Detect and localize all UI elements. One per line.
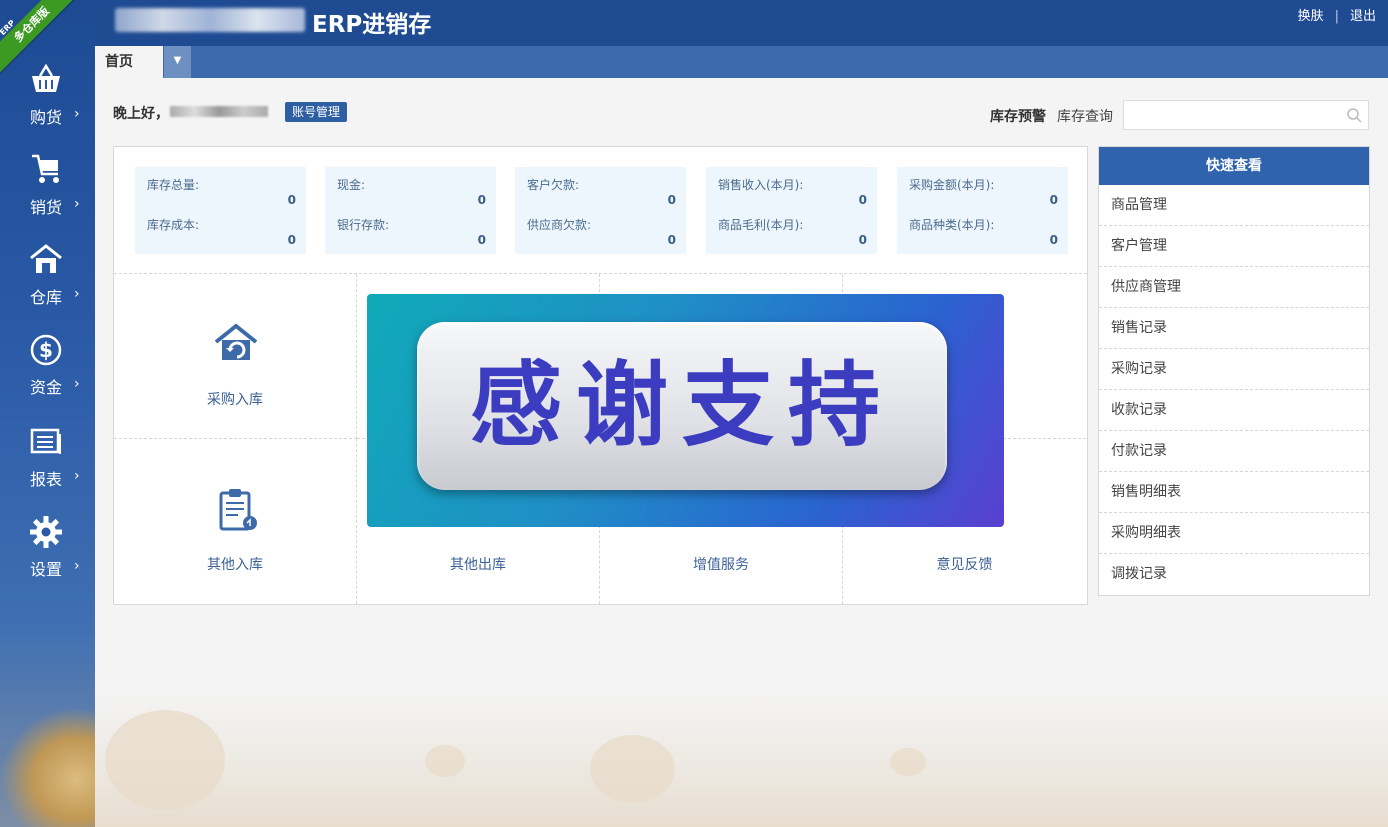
basket-icon (32, 63, 60, 92)
tab-bar: 首页 ▼ (95, 46, 1388, 78)
sidebar-item-sales[interactable]: 销货 › (0, 152, 95, 232)
quick-item-suppliers[interactable]: 供应商管理 (1099, 267, 1369, 308)
banner-plate: 感谢支持 (417, 322, 947, 490)
chevron-right-icon: › (74, 106, 80, 122)
account-management-button[interactable]: 账号管理 (285, 102, 348, 122)
quick-item-sales-detail[interactable]: 销售明细表 (1099, 472, 1369, 513)
sidebar-item-funds[interactable]: $ 资金 › (0, 332, 95, 412)
top-links: 换肤 | 退出 (1297, 9, 1376, 24)
quick-item-receipts[interactable]: 收款记录 (1099, 390, 1369, 431)
username-blurred (170, 106, 268, 117)
search-icon[interactable] (1346, 107, 1362, 123)
quick-view-panel: 快速查看 商品管理 客户管理 供应商管理 销售记录 采购记录 收款记录 付款记录… (1098, 146, 1370, 596)
chevron-right-icon: › (74, 468, 80, 484)
stock-alert-link[interactable]: 库存预警 (990, 106, 1046, 126)
purchase-in-icon (214, 323, 258, 360)
tab-dropdown-button[interactable]: ▼ (164, 46, 191, 78)
stock-query-label: 库存查询 (1057, 109, 1113, 125)
report-icon (30, 428, 61, 454)
tab-home[interactable]: 首页 (95, 46, 163, 78)
stat-card-inventory: 库存总量: 0 库存成本: 0 (135, 167, 306, 254)
stock-search-input[interactable] (1123, 100, 1369, 130)
sidebar-item-reports[interactable]: 报表 › (0, 424, 95, 504)
quick-item-transfers[interactable]: 调拨记录 (1099, 554, 1369, 595)
quick-item-purchase-records[interactable]: 采购记录 (1099, 349, 1369, 390)
skin-link[interactable]: 换肤 (1298, 9, 1324, 24)
thanks-banner: 感谢支持 (367, 294, 1004, 527)
chevron-right-icon: › (74, 286, 80, 302)
quick-item-sales-records[interactable]: 销售记录 (1099, 308, 1369, 349)
chevron-right-icon: › (74, 196, 80, 212)
banner-text: 感谢支持 (469, 352, 894, 459)
quick-item-customers[interactable]: 客户管理 (1099, 226, 1369, 267)
sidebar-item-settings[interactable]: 设置 › (0, 514, 95, 594)
stat-card-sales: 销售收入(本月): 0 商品毛利(本月): 0 (706, 167, 877, 254)
stat-card-purchase: 采购金额(本月): 0 商品种类(本月): 0 (897, 167, 1068, 254)
chevron-right-icon: › (74, 558, 80, 574)
quick-item-products[interactable]: 商品管理 (1099, 185, 1369, 226)
cart-icon (32, 154, 59, 183)
svg-text:$: $ (39, 338, 53, 362)
greeting-text: 晚上好， (113, 106, 169, 122)
stat-card-debts: 客户欠款: 0 供应商欠款: 0 (515, 167, 686, 254)
sidebar-item-purchase[interactable]: 购货 › (0, 62, 95, 142)
tile-purchase-in[interactable]: 采购入库 (114, 274, 357, 439)
tile-other-in[interactable]: 其他入库 (114, 439, 357, 604)
chevron-right-icon: › (74, 376, 80, 392)
logout-link[interactable]: 退出 (1350, 9, 1376, 24)
decorative-field (0, 707, 95, 827)
quick-view-title: 快速查看 (1099, 147, 1369, 185)
brand-name-blurred (115, 8, 305, 32)
app-title: ERP进销存 (312, 12, 432, 38)
stat-card-cash: 现金: 0 银行存款: 0 (325, 167, 496, 254)
caret-down-icon: ▼ (173, 55, 182, 66)
sidebar-item-warehouse[interactable]: 仓库 › (0, 242, 95, 322)
warehouse-icon (30, 244, 62, 273)
gear-icon (30, 516, 62, 548)
dollar-icon: $ (30, 334, 62, 366)
sidebar: ERP 多仓库版 购货 › 销货 › 仓库 › $ 资金 › 报表 › 设置 › (0, 0, 95, 827)
quick-item-purchase-detail[interactable]: 采购明细表 (1099, 513, 1369, 554)
top-header: ERP进销存 换肤 | 退出 (95, 0, 1388, 46)
background-scene (95, 690, 1388, 827)
clipboard-icon (219, 489, 257, 531)
quick-item-payments[interactable]: 付款记录 (1099, 431, 1369, 472)
